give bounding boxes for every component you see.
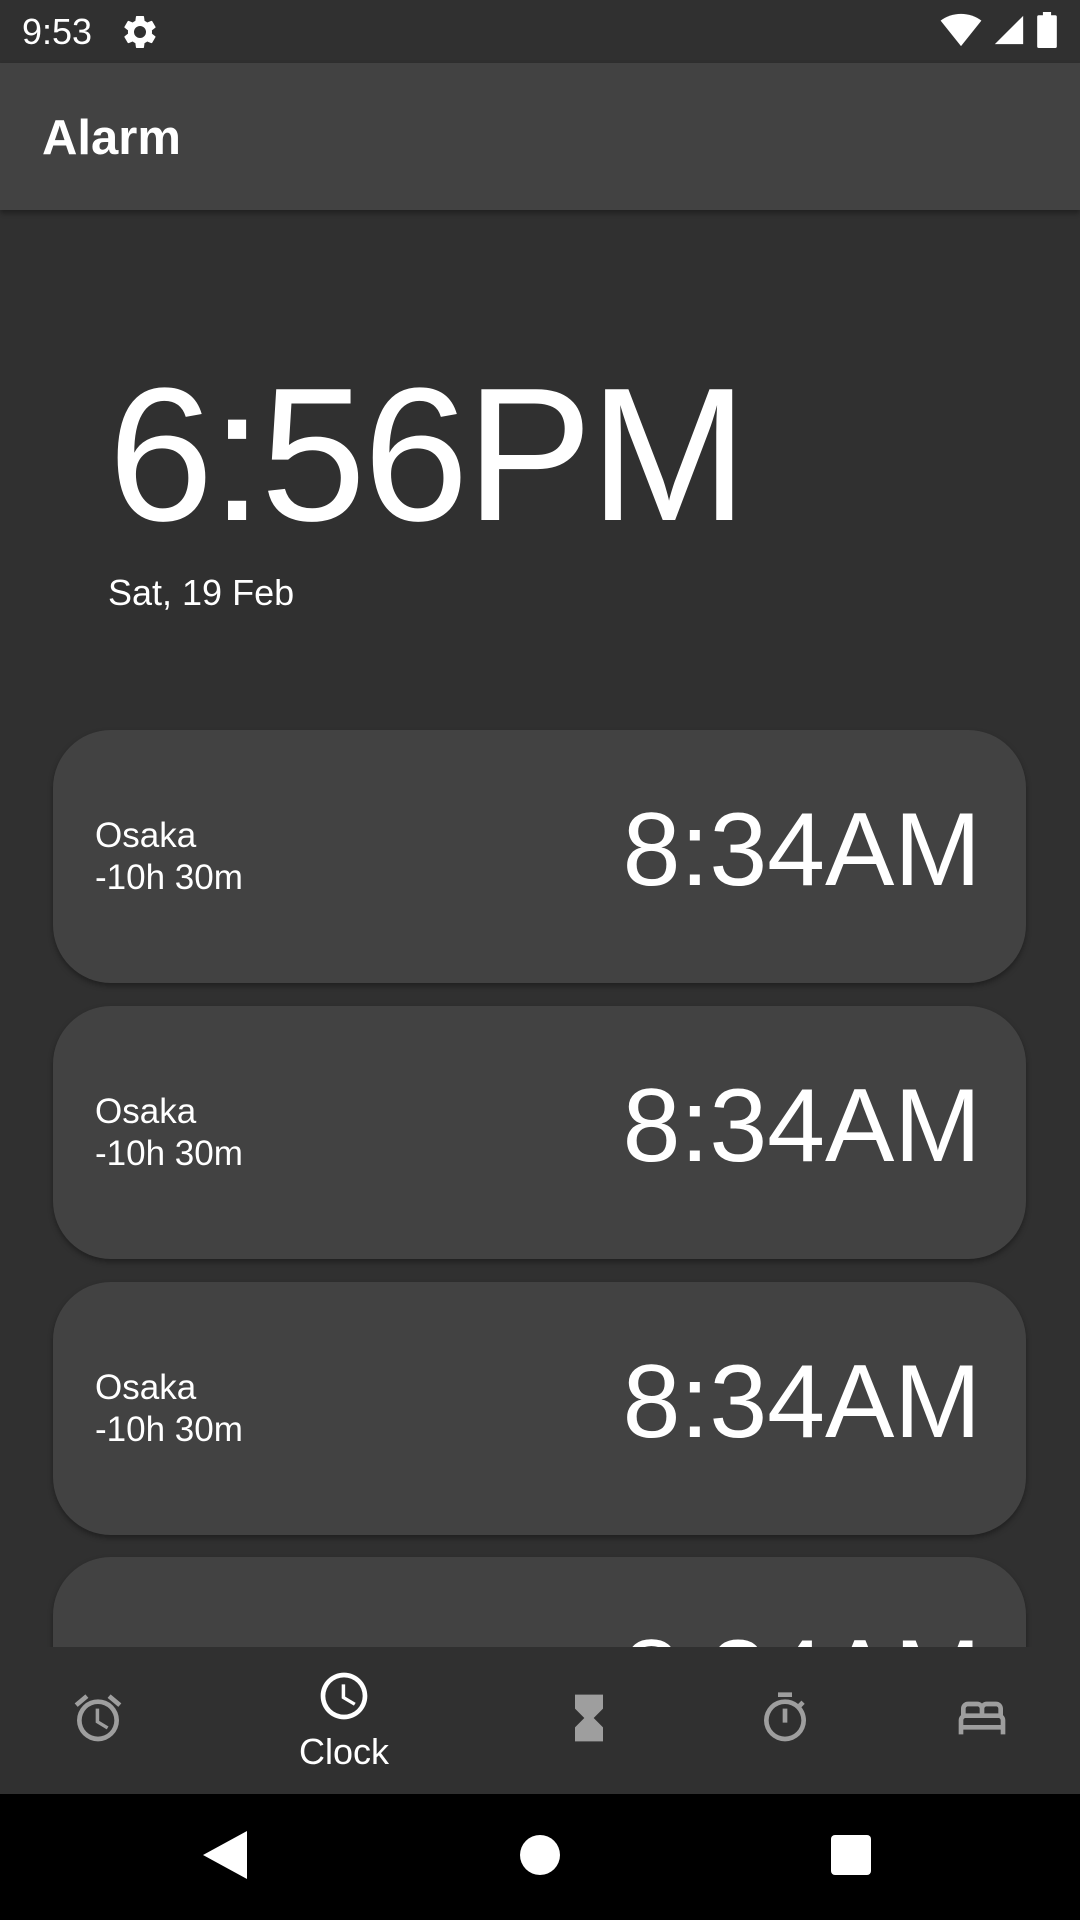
nav-timer[interactable] bbox=[491, 1647, 687, 1794]
recents-button[interactable] bbox=[791, 1794, 911, 1920]
clock-content[interactable]: 6:56PM Sat, 19 Feb Osaka -10h 30m 8:34AM… bbox=[0, 210, 1080, 1647]
nav-clock-label: Clock bbox=[298, 1731, 390, 1772]
city-offset: -10h 30m bbox=[95, 1134, 243, 1173]
home-icon bbox=[520, 1834, 560, 1880]
nav-clock[interactable]: Clock bbox=[246, 1647, 442, 1794]
bottom-navigation: Clock bbox=[0, 1647, 1080, 1794]
recents-icon bbox=[831, 1834, 871, 1880]
current-time: 6:56PM bbox=[108, 349, 748, 561]
world-clock-card[interactable]: Osaka -10h 30m 8:34AM bbox=[53, 1006, 1026, 1259]
world-clock-card[interactable]: Osaka -10h 30m 8:34AM bbox=[53, 730, 1026, 983]
city-name: Osaka bbox=[95, 816, 197, 855]
city-time: 8:34AM bbox=[622, 1068, 981, 1184]
bed-icon bbox=[954, 1690, 1010, 1751]
stopwatch-icon bbox=[757, 1690, 813, 1751]
app-bar: Alarm bbox=[0, 63, 1080, 210]
city-name: Osaka bbox=[95, 1092, 197, 1131]
back-icon bbox=[203, 1830, 247, 1884]
system-navigation-bar bbox=[0, 1794, 1080, 1920]
battery-icon bbox=[1036, 11, 1058, 53]
current-date: Sat, 19 Feb bbox=[108, 572, 295, 613]
status-bar: 9:53 bbox=[0, 0, 1080, 63]
nav-alarm[interactable] bbox=[0, 1647, 196, 1794]
clock-icon bbox=[316, 1668, 372, 1729]
city-name: Osaka bbox=[95, 1368, 197, 1407]
back-button[interactable] bbox=[165, 1794, 285, 1920]
hourglass-icon bbox=[561, 1690, 617, 1751]
status-icons bbox=[940, 11, 1058, 53]
signal-icon bbox=[992, 13, 1026, 52]
nav-stopwatch[interactable] bbox=[687, 1647, 883, 1794]
city-time: 8:34AM bbox=[623, 1625, 981, 1647]
city-offset: -10h 30m bbox=[95, 858, 243, 897]
nav-bedtime[interactable] bbox=[884, 1647, 1080, 1794]
city-offset: -10h 30m bbox=[95, 1410, 243, 1449]
world-clock-card[interactable]: Osaka -10h 30m 8:34AM bbox=[53, 1282, 1026, 1535]
home-button[interactable] bbox=[480, 1794, 600, 1920]
status-time: 9:53 bbox=[22, 11, 93, 52]
alarm-icon bbox=[70, 1690, 126, 1751]
app-title: Alarm bbox=[42, 111, 181, 165]
city-time: 8:34AM bbox=[622, 1344, 981, 1460]
gear-icon bbox=[120, 12, 160, 52]
city-time: 8:34AM bbox=[622, 792, 981, 908]
wifi-icon bbox=[940, 13, 982, 52]
world-clock-card[interactable]: 8:34AM bbox=[53, 1557, 1026, 1647]
